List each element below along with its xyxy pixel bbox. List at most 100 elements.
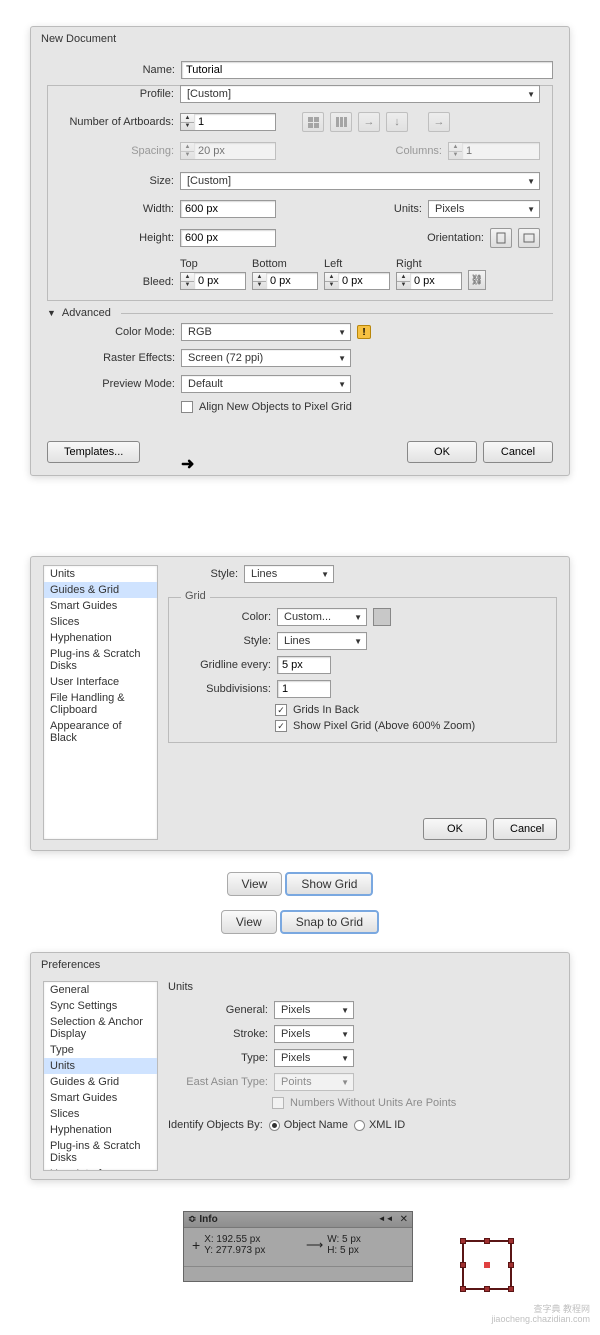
units-dropdown[interactable]: Pixels▼ — [428, 200, 540, 218]
grid-row-icon — [302, 112, 324, 132]
view-menu-2[interactable]: View — [221, 910, 277, 934]
portrait-icon[interactable] — [490, 228, 512, 248]
grid-style-dropdown[interactable]: Lines▼ — [277, 632, 367, 650]
pixel-grid-checkbox[interactable] — [275, 720, 287, 732]
sidebar-item[interactable]: Smart Guides — [44, 598, 157, 614]
sidebar-item[interactable]: Plug-ins & Scratch Disks — [44, 1138, 157, 1166]
cancel-button[interactable]: Cancel — [483, 441, 553, 463]
units-label: Units: — [382, 203, 422, 215]
templates-button[interactable]: Templates... — [47, 441, 140, 463]
disclosure-icon[interactable]: ▼ — [47, 308, 56, 318]
width-input[interactable] — [180, 200, 276, 218]
stroke-dropdown[interactable]: Pixels▼ — [274, 1025, 354, 1043]
sidebar-item[interactable]: Slices — [44, 1106, 157, 1122]
bleed-bottom-input[interactable]: ▲▼ — [252, 272, 318, 290]
chevron-down-icon: ▼ — [321, 570, 329, 579]
xml-id-radio[interactable]: XML ID — [354, 1119, 405, 1131]
grid-legend: Grid — [181, 590, 210, 602]
show-grid-button[interactable]: Show Grid — [285, 872, 373, 896]
grid-style-label: Style: — [181, 635, 271, 647]
link-bleed-icon[interactable]: ⛓ — [468, 270, 486, 290]
bleed-right-input[interactable]: ▲▼ — [396, 272, 462, 290]
artboards-label: Number of Artboards: — [60, 116, 174, 128]
align-grid-checkbox[interactable] — [181, 401, 193, 413]
preview-dropdown[interactable]: Default▼ — [181, 375, 351, 393]
sidebar-item[interactable]: Units — [44, 1058, 157, 1074]
general-dropdown[interactable]: Pixels▼ — [274, 1001, 354, 1019]
grids-back-checkbox[interactable] — [275, 704, 287, 716]
subdiv-input[interactable] — [277, 680, 331, 698]
chevron-down-icon: ▼ — [338, 354, 346, 363]
sidebar-item[interactable]: Guides & Grid — [44, 1074, 157, 1090]
name-input[interactable] — [181, 61, 553, 79]
height-input[interactable] — [180, 229, 276, 247]
landscape-icon[interactable] — [518, 228, 540, 248]
sidebar-item[interactable]: Plug-ins & Scratch Disks — [44, 646, 157, 674]
sidebar-item[interactable]: Appearance of Black — [44, 718, 157, 746]
raster-dropdown[interactable]: Screen (72 ppi)▼ — [181, 349, 351, 367]
preview-label: Preview Mode: — [47, 378, 175, 390]
new-doc-title: New Document — [31, 27, 569, 51]
sidebar-item[interactable]: Units — [44, 566, 157, 582]
sidebar-item[interactable]: Hyphenation — [44, 630, 157, 646]
chevron-down-icon: ▼ — [341, 1006, 349, 1015]
bleed-left-label: Left — [324, 258, 390, 270]
y-label: Y: — [204, 1245, 213, 1256]
sidebar-item[interactable]: Smart Guides — [44, 1090, 157, 1106]
general-label: General: — [168, 1004, 268, 1016]
type-dropdown[interactable]: Pixels▼ — [274, 1049, 354, 1067]
artboards-input[interactable]: ▲▼ — [180, 113, 276, 131]
grid-color-swatch[interactable] — [373, 608, 391, 626]
arrow-down-icon: ↓ — [386, 112, 408, 132]
info-tab[interactable]: ≎ Info — [188, 1214, 218, 1225]
spacing-label: Spacing: — [60, 145, 174, 157]
asian-label: East Asian Type: — [168, 1076, 268, 1088]
sidebar-item[interactable]: Slices — [44, 614, 157, 630]
size-dropdown[interactable]: [Custom]▼ — [180, 172, 540, 190]
prefs1-ok-button[interactable]: OK — [423, 818, 487, 840]
guides-style-label: Style: — [168, 568, 238, 580]
w-value: 5 px — [342, 1234, 361, 1245]
y-value: 277.973 px — [216, 1245, 266, 1256]
chevron-down-icon: ▼ — [341, 1030, 349, 1039]
chevron-down-icon: ▼ — [527, 205, 535, 214]
sidebar-item[interactable]: Selection & Anchor Display — [44, 1014, 157, 1042]
raster-label: Raster Effects: — [47, 352, 175, 364]
grid-color-dropdown[interactable]: Custom...▼ — [277, 608, 367, 626]
sidebar-item[interactable]: General — [44, 982, 157, 998]
gridline-input[interactable] — [277, 656, 331, 674]
orientation-label: Orientation: — [408, 232, 484, 244]
close-icon[interactable]: ✕ — [400, 1214, 408, 1225]
sidebar-item[interactable]: Guides & Grid — [44, 582, 157, 598]
profile-dropdown[interactable]: [Custom]▼ — [180, 85, 540, 103]
sidebar-item[interactable]: User Interface — [44, 1166, 157, 1171]
bleed-top-input[interactable]: ▲▼ — [180, 272, 246, 290]
chevron-down-icon: ▼ — [338, 380, 346, 389]
chevron-down-icon: ▼ — [527, 90, 535, 99]
chevron-down-icon: ▼ — [354, 637, 362, 646]
advanced-label: Advanced — [62, 307, 111, 319]
sidebar-item[interactable]: Sync Settings — [44, 998, 157, 1014]
asian-dropdown: Points▼ — [274, 1073, 354, 1091]
sidebar-item[interactable]: File Handling & Clipboard — [44, 690, 157, 718]
h-label: H: — [327, 1245, 337, 1256]
bleed-left-input[interactable]: ▲▼ — [324, 272, 390, 290]
spacing-input: ▲▼ — [180, 142, 276, 160]
sidebar-item[interactable]: Type — [44, 1042, 157, 1058]
type-label: Type: — [168, 1052, 268, 1064]
bleed-right-label: Right — [396, 258, 462, 270]
color-mode-dropdown[interactable]: RGB▼ — [181, 323, 351, 341]
bleed-bottom-label: Bottom — [252, 258, 318, 270]
sidebar-item[interactable]: Hyphenation — [44, 1122, 157, 1138]
view-menu-1[interactable]: View — [227, 872, 283, 896]
ok-button[interactable]: OK — [407, 441, 477, 463]
object-name-radio[interactable]: Object Name — [269, 1119, 348, 1131]
snap-grid-button[interactable]: Snap to Grid — [280, 910, 379, 934]
chevron-down-icon: ▼ — [527, 177, 535, 186]
nopts-checkbox — [272, 1097, 284, 1109]
guides-style-dropdown[interactable]: Lines▼ — [244, 565, 334, 583]
sidebar-item[interactable]: User Interface — [44, 674, 157, 690]
prefs1-cancel-button[interactable]: Cancel — [493, 818, 557, 840]
collapse-icon[interactable]: ◄◄ — [378, 1214, 394, 1225]
nopts-label: Numbers Without Units Are Points — [290, 1097, 456, 1109]
